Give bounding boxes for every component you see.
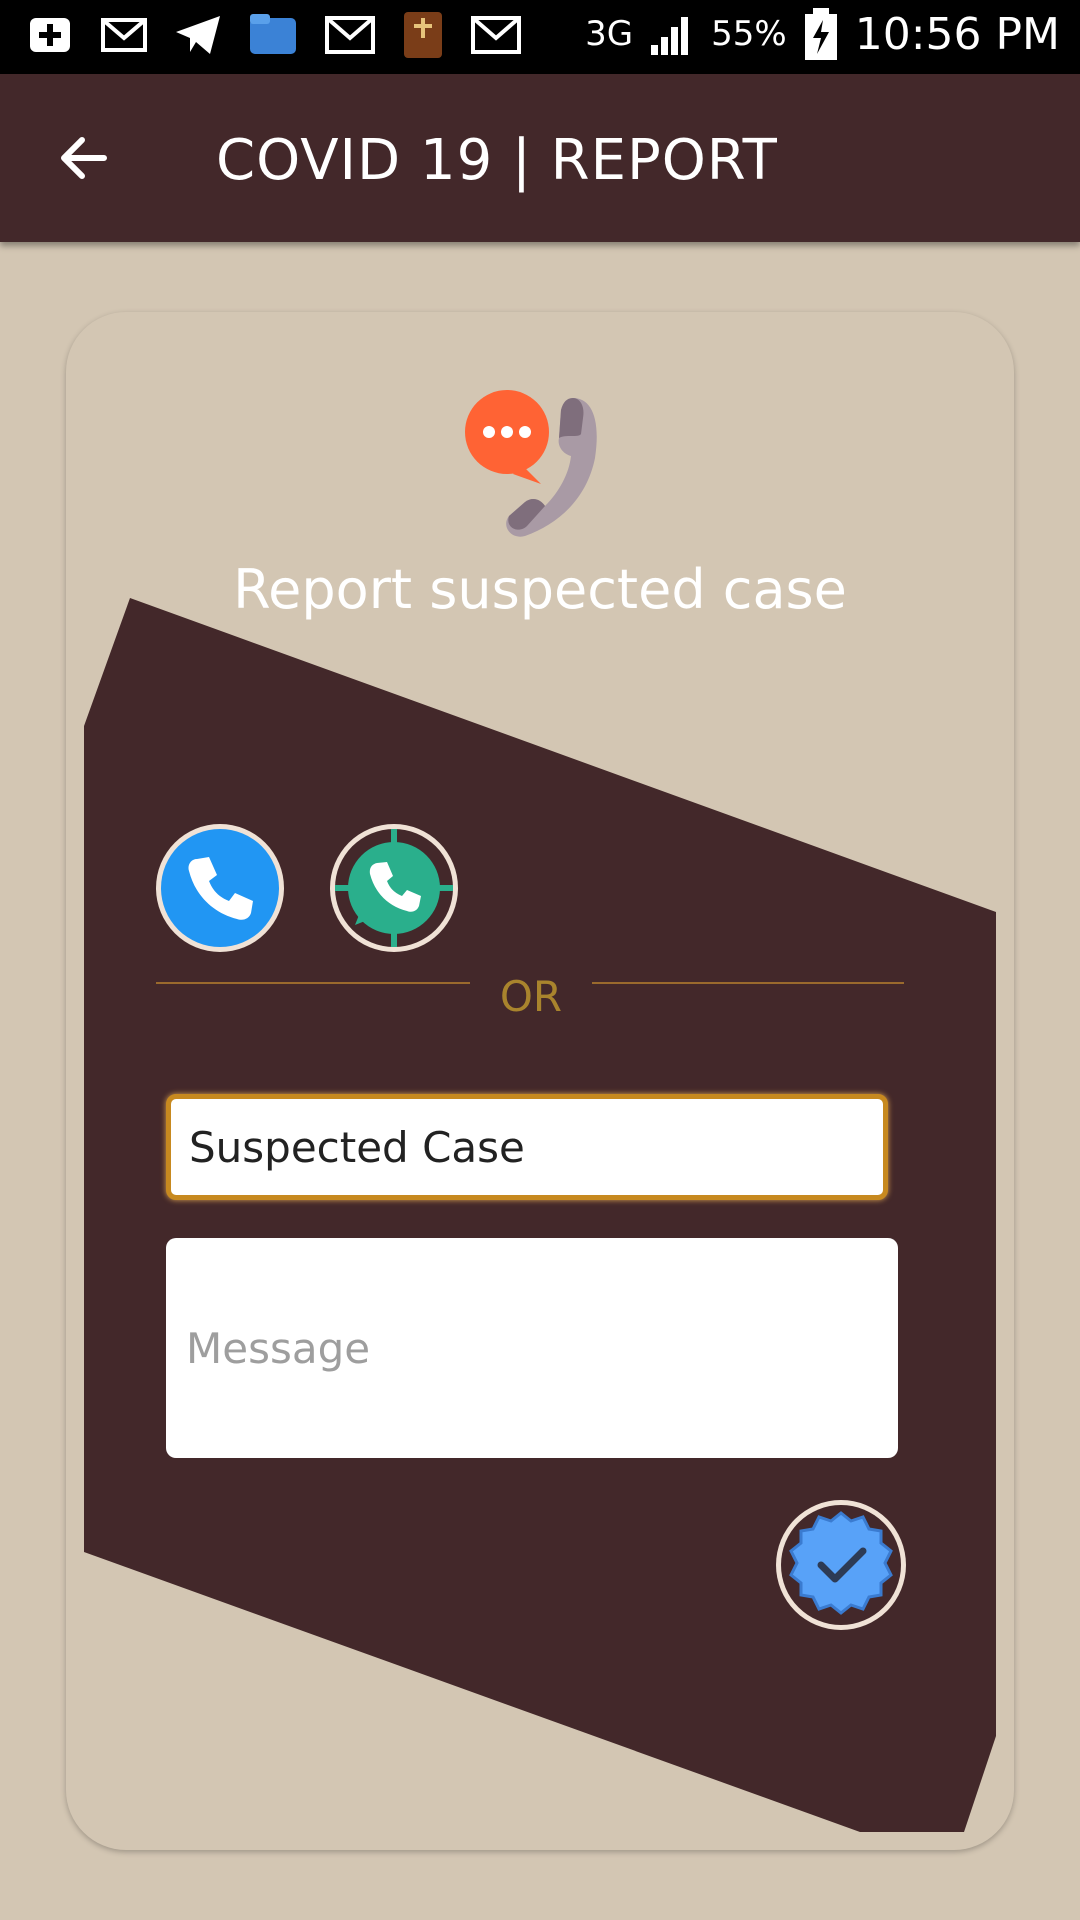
divider-right bbox=[592, 982, 904, 984]
telegram-icon bbox=[176, 16, 220, 54]
whatsapp-button[interactable] bbox=[330, 824, 458, 952]
network-type: 3G bbox=[585, 14, 634, 54]
arrow-left-icon[interactable] bbox=[52, 126, 116, 190]
system-status: 3G 55% 10:56 PM bbox=[585, 6, 1060, 62]
divider-left bbox=[156, 982, 470, 984]
check-badge-icon bbox=[781, 1505, 901, 1625]
gmail-icon bbox=[325, 16, 375, 54]
whatsapp-icon bbox=[335, 829, 453, 947]
submit-button[interactable] bbox=[776, 1500, 906, 1630]
chat-phone-icon bbox=[465, 390, 597, 537]
clock: 10:56 PM bbox=[854, 8, 1060, 60]
phone-icon bbox=[161, 829, 279, 947]
bible-app-icon bbox=[404, 12, 442, 58]
message-input[interactable]: Message bbox=[166, 1238, 898, 1458]
status-bar: 3G 55% 10:56 PM bbox=[0, 0, 1080, 74]
report-card: Report suspected case OR Suspected Case … bbox=[66, 312, 1014, 1850]
file-manager-icon bbox=[250, 14, 296, 54]
battery-percent: 55% bbox=[711, 14, 787, 54]
subject-input[interactable]: Suspected Case bbox=[166, 1094, 888, 1200]
mail-icon bbox=[101, 18, 147, 52]
notification-icons bbox=[24, 8, 524, 60]
add-box-icon bbox=[30, 18, 70, 52]
signal-icon bbox=[651, 17, 689, 55]
battery-charging-icon bbox=[804, 8, 837, 60]
card-title: Report suspected case bbox=[233, 558, 847, 621]
gmail-icon-2 bbox=[471, 16, 521, 54]
or-separator: OR bbox=[499, 972, 563, 1021]
page-title: COVID 19 | REPORT bbox=[216, 128, 778, 193]
app-bar: COVID 19 | REPORT bbox=[0, 74, 1080, 242]
call-button[interactable] bbox=[156, 824, 284, 952]
